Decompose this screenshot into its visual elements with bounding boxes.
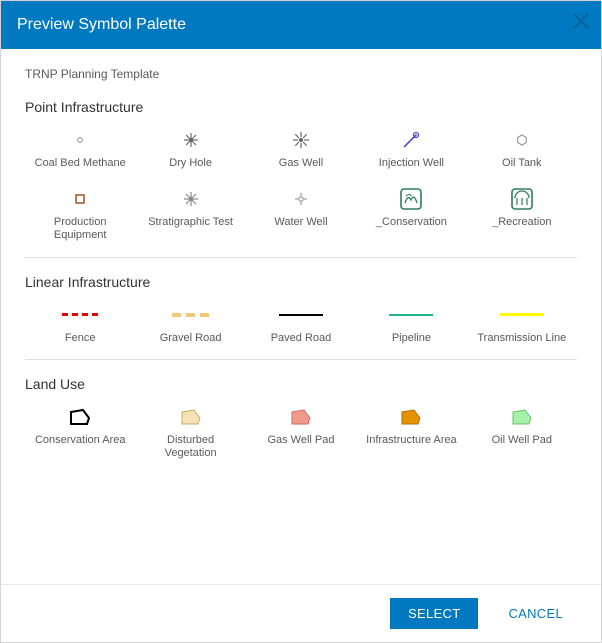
water-well-icon	[286, 188, 316, 210]
symbol-oil-well-pad[interactable]: Oil Well Pad	[467, 406, 577, 460]
symbol-label: Production Equipment	[32, 216, 128, 242]
linear-grid: Fence Gravel Road Paved Road Pipeline	[25, 304, 577, 345]
oil-well-pad-icon	[507, 406, 537, 428]
infrastructure-area-icon	[396, 406, 426, 428]
symbol-gravel-road[interactable]: Gravel Road	[135, 304, 245, 345]
dialog-footer: SELECT CANCEL	[1, 584, 601, 642]
symbol-label: Gas Well	[279, 157, 323, 170]
paved-road-icon	[286, 304, 316, 326]
symbol-label: Oil Tank	[502, 157, 542, 170]
symbol-conservation-area[interactable]: Conservation Area	[25, 406, 135, 460]
symbol-label: Water Well	[274, 216, 327, 229]
symbol-label: Dry Hole	[169, 157, 212, 170]
conservation-icon	[396, 188, 426, 210]
injection-well-icon	[396, 129, 426, 151]
symbol-conservation[interactable]: _Conservation	[356, 188, 466, 242]
symbol-label: Fence	[65, 332, 96, 345]
divider	[25, 257, 577, 258]
oil-tank-icon	[507, 129, 537, 151]
landuse-grid: Conservation Area Disturbed Vegetation G…	[25, 406, 577, 460]
production-equipment-icon	[65, 188, 95, 210]
symbol-label: Infrastructure Area	[366, 434, 457, 447]
symbol-label: _Conservation	[376, 216, 447, 229]
titlebar: Preview Symbol Palette	[1, 1, 601, 49]
select-button[interactable]: SELECT	[390, 598, 478, 629]
symbol-label: _Recreation	[492, 216, 551, 229]
gas-well-icon	[286, 129, 316, 151]
fence-icon	[65, 304, 95, 326]
symbol-label: Gas Well Pad	[267, 434, 334, 447]
recreation-icon	[507, 188, 537, 210]
symbol-label: Coal Bed Methane	[35, 157, 126, 170]
coal-bed-methane-icon	[65, 129, 95, 151]
symbol-water-well[interactable]: Water Well	[246, 188, 356, 242]
symbol-gas-well-pad[interactable]: Gas Well Pad	[246, 406, 356, 460]
transmission-line-icon	[507, 304, 537, 326]
dry-hole-icon	[176, 129, 206, 151]
symbol-infrastructure-area[interactable]: Infrastructure Area	[356, 406, 466, 460]
section-title-landuse: Land Use	[25, 376, 577, 392]
symbol-label: Conservation Area	[35, 434, 126, 447]
gravel-road-icon	[176, 304, 206, 326]
symbol-recreation[interactable]: _Recreation	[467, 188, 577, 242]
symbol-oil-tank[interactable]: Oil Tank	[467, 129, 577, 170]
symbol-production-equipment[interactable]: Production Equipment	[25, 188, 135, 242]
gas-well-pad-icon	[286, 406, 316, 428]
symbol-label: Injection Well	[379, 157, 444, 170]
symbol-label: Pipeline	[392, 332, 431, 345]
symbol-transmission-line[interactable]: Transmission Line	[467, 304, 577, 345]
symbol-dry-hole[interactable]: Dry Hole	[135, 129, 245, 170]
symbol-label: Stratigraphic Test	[148, 216, 233, 229]
dialog-title: Preview Symbol Palette	[17, 16, 186, 34]
symbol-coal-bed-methane[interactable]: Coal Bed Methane	[25, 129, 135, 170]
symbol-fence[interactable]: Fence	[25, 304, 135, 345]
cancel-button[interactable]: CANCEL	[490, 598, 581, 629]
disturbed-vegetation-icon	[176, 406, 206, 428]
symbol-injection-well[interactable]: Injection Well	[356, 129, 466, 170]
divider	[25, 359, 577, 360]
template-name: TRNP Planning Template	[25, 67, 577, 81]
symbol-label: Transmission Line	[477, 332, 566, 345]
section-title-point: Point Infrastructure	[25, 99, 577, 115]
point-grid: Coal Bed Methane Dry Hole	[25, 129, 577, 243]
conservation-area-icon	[65, 406, 95, 428]
symbol-gas-well[interactable]: Gas Well	[246, 129, 356, 170]
close-icon[interactable]	[571, 11, 591, 31]
pipeline-icon	[396, 304, 426, 326]
stratigraphic-test-icon	[176, 188, 206, 210]
symbol-label: Disturbed Vegetation	[143, 434, 239, 460]
symbol-stratigraphic-test[interactable]: Stratigraphic Test	[135, 188, 245, 242]
symbol-label: Paved Road	[271, 332, 332, 345]
symbol-disturbed-vegetation[interactable]: Disturbed Vegetation	[135, 406, 245, 460]
dialog: Preview Symbol Palette TRNP Planning Tem…	[0, 0, 602, 643]
symbol-label: Gravel Road	[160, 332, 222, 345]
section-title-linear: Linear Infrastructure	[25, 274, 577, 290]
symbol-paved-road[interactable]: Paved Road	[246, 304, 356, 345]
dialog-content: TRNP Planning Template Point Infrastruct…	[1, 49, 601, 584]
symbol-pipeline[interactable]: Pipeline	[356, 304, 466, 345]
symbol-label: Oil Well Pad	[492, 434, 552, 447]
